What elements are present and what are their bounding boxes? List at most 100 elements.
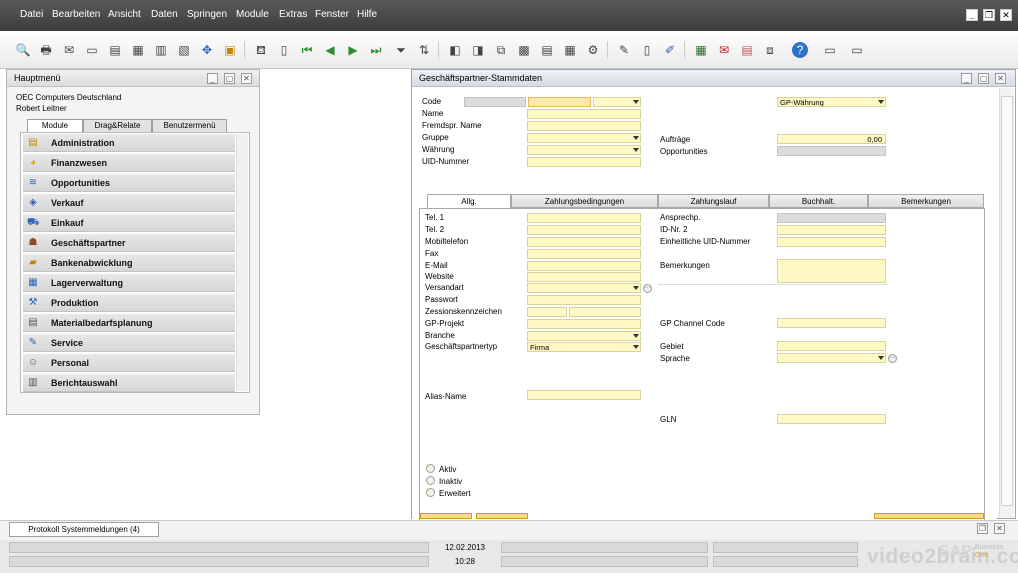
flow-icon[interactable]: ⧈: [762, 42, 778, 58]
bp-scrollbar-thumb[interactable]: [1001, 96, 1013, 506]
advanced-radio[interactable]: [426, 488, 435, 497]
tel2-field[interactable]: [527, 225, 641, 235]
bp-currency-select[interactable]: GP-Währung: [777, 97, 886, 107]
name-field[interactable]: [527, 109, 641, 119]
add-icon[interactable]: ▯: [276, 42, 292, 58]
alias-field[interactable]: [527, 390, 641, 400]
mobile-field[interactable]: [527, 237, 641, 247]
tab-drag-relate[interactable]: Drag&Relate: [83, 119, 152, 132]
doc-icon[interactable]: ▯: [639, 42, 655, 58]
shipping-type-dropdown[interactable]: [527, 283, 641, 293]
help-icon[interactable]: ?: [792, 42, 808, 58]
tab-accounting[interactable]: Buchhalt.: [769, 194, 868, 208]
tab-payment-terms[interactable]: Zahlungsbedingungen: [511, 194, 658, 208]
bp-type-dropdown[interactable]: [593, 97, 641, 107]
module-list-scrollbar[interactable]: [236, 134, 248, 391]
id-no2-field[interactable]: [777, 225, 886, 235]
inactive-radio[interactable]: [426, 476, 435, 485]
edit-icon[interactable]: ✎: [616, 42, 632, 58]
menu-fenster[interactable]: Fenster: [315, 9, 349, 20]
copy-from-button[interactable]: [874, 513, 984, 519]
print-icon[interactable]: 🖶: [38, 42, 54, 58]
log-restore-button[interactable]: ❐: [977, 523, 988, 534]
language-dropdown[interactable]: [777, 353, 886, 363]
menu-springen[interactable]: Springen: [187, 9, 227, 20]
factoring-field-1[interactable]: [527, 307, 567, 317]
tab-benutzermenu[interactable]: Benutzermenü: [152, 119, 227, 132]
fax-icon[interactable]: ▤: [107, 42, 123, 58]
filter-icon[interactable]: ⏷: [393, 42, 409, 58]
bp-type-select[interactable]: Firma: [527, 342, 641, 352]
menu-module[interactable]: Module: [236, 9, 269, 20]
factoring-field-2[interactable]: [569, 307, 641, 317]
website-field[interactable]: [527, 272, 641, 282]
module-item-geschaeftspartner[interactable]: ☗ Geschäftspartner: [23, 234, 235, 252]
menu-datei[interactable]: Datei: [20, 9, 43, 20]
tab-remarks[interactable]: Bemerkungen: [868, 194, 984, 208]
find-icon[interactable]: ⛾: [253, 42, 269, 58]
pdf-icon[interactable]: ▧: [176, 42, 192, 58]
group-dropdown[interactable]: [527, 133, 641, 143]
foreign-name-field[interactable]: [527, 121, 641, 131]
main-menu-maximize-button[interactable]: ▢: [224, 73, 235, 84]
code-series-field[interactable]: [464, 97, 526, 107]
gln-field[interactable]: [777, 414, 886, 424]
settings-icon[interactable]: ⚙: [585, 42, 601, 58]
module-item-verkauf[interactable]: ◈ Verkauf: [23, 194, 235, 212]
gross-profit-icon[interactable]: ▩: [516, 42, 532, 58]
module-item-produktion[interactable]: ⚒ Produktion: [23, 294, 235, 312]
channel-code-field[interactable]: [777, 318, 886, 328]
menu-ansicht[interactable]: Ansicht: [108, 9, 141, 20]
currency-dropdown[interactable]: [527, 145, 641, 155]
language-link-icon[interactable]: ⋯: [888, 354, 897, 363]
unified-vat-field[interactable]: [777, 237, 886, 247]
menu-bearbeiten[interactable]: Bearbeiten: [52, 9, 100, 20]
message-icon[interactable]: ▭: [849, 42, 865, 58]
module-item-bankenabwicklung[interactable]: ▰ Bankenabwicklung: [23, 254, 235, 272]
bp-maximize-button[interactable]: ▢: [978, 73, 989, 84]
password-field[interactable]: [527, 295, 641, 305]
fax-field[interactable]: [527, 249, 641, 259]
target-doc-icon[interactable]: ◨: [470, 42, 486, 58]
bp-project-field[interactable]: [527, 319, 641, 329]
volume-icon[interactable]: ▤: [539, 42, 555, 58]
bp-close-button[interactable]: ✕: [995, 73, 1006, 84]
remarks-field[interactable]: [777, 259, 886, 283]
module-item-personal[interactable]: ☺ Personal: [23, 354, 235, 372]
log-close-button[interactable]: ✕: [994, 523, 1005, 534]
module-item-opportunities[interactable]: ≋ Opportunities: [23, 174, 235, 192]
code-field[interactable]: [528, 97, 591, 107]
tab-payment-run[interactable]: Zahlungslauf: [658, 194, 769, 208]
app-minimize-button[interactable]: _: [966, 9, 978, 21]
window-icon[interactable]: ▭: [822, 42, 838, 58]
export-icon[interactable]: ▭: [84, 42, 100, 58]
module-item-einkauf[interactable]: ⛟ Einkauf: [23, 214, 235, 232]
tab-module[interactable]: Module: [27, 119, 83, 133]
industry-dropdown[interactable]: [527, 331, 641, 341]
draft-icon[interactable]: ✐: [662, 42, 678, 58]
module-item-service[interactable]: ✎ Service: [23, 334, 235, 352]
main-menu-minimize-button[interactable]: _: [207, 73, 218, 84]
cancel-button[interactable]: [476, 513, 528, 519]
module-item-berichtauswahl[interactable]: ▥ Berichtauswahl: [23, 374, 235, 392]
word-icon[interactable]: ▥: [153, 42, 169, 58]
tree-icon[interactable]: ✥: [199, 42, 215, 58]
ok-button[interactable]: [420, 513, 472, 519]
calendar-icon[interactable]: ▦: [693, 42, 709, 58]
copy-icon[interactable]: ⧉: [493, 42, 509, 58]
main-menu-close-button[interactable]: ✕: [241, 73, 252, 84]
module-item-finanzwesen[interactable]: ◕ Finanzwesen: [23, 154, 235, 172]
last-icon[interactable]: ⏭: [368, 42, 384, 58]
preview-icon[interactable]: 🔍: [15, 42, 31, 58]
shipping-type-link-icon[interactable]: ⋯: [643, 284, 652, 293]
layout-icon[interactable]: ▦: [562, 42, 578, 58]
app-close-button[interactable]: ✕: [1000, 9, 1012, 21]
email-icon[interactable]: ✉: [61, 42, 77, 58]
alert-icon[interactable]: ✉: [716, 42, 732, 58]
app-restore-button[interactable]: ❐: [983, 9, 995, 21]
report-icon[interactable]: ▤: [739, 42, 755, 58]
next-icon[interactable]: ▶: [345, 42, 361, 58]
module-item-lagerverwaltung[interactable]: ▦ Lagerverwaltung: [23, 274, 235, 292]
vat-number-field[interactable]: [527, 157, 641, 167]
bp-scrollbar[interactable]: [999, 88, 1014, 518]
